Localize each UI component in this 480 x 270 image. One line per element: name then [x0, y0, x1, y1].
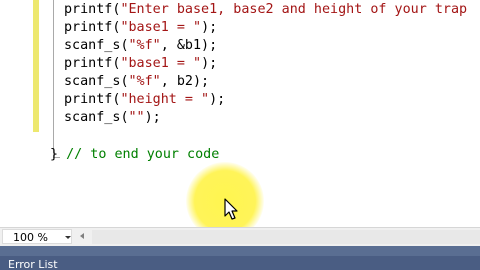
code-line-closing[interactable]: } // to end your code [50, 146, 219, 164]
panel-splitter[interactable] [0, 246, 480, 256]
punctuation: ); [144, 110, 161, 125]
punctuation: ); [201, 20, 218, 35]
change-tracking-margin [33, 0, 39, 132]
punctuation: , b2); [160, 74, 210, 89]
code-line[interactable]: printf("height = "); [64, 91, 225, 109]
string-literal: "Enter base1, base2 and height of your t… [120, 2, 468, 17]
function-name: printf [64, 56, 113, 71]
punctuation: ( [120, 38, 129, 53]
string-literal: "%f" [128, 38, 161, 53]
function-name: scanf_s [64, 74, 121, 89]
error-list-panel: Error List [0, 256, 480, 270]
punctuation: ); [201, 56, 218, 71]
function-name: printf [64, 2, 113, 17]
line-gutter [0, 0, 33, 227]
chevron-down-icon[interactable] [65, 236, 71, 239]
punctuation: ( [120, 110, 129, 125]
code-text-area[interactable]: printf ( "Enter base1, base2 and height of… [64, 0, 480, 227]
editor-status-bar: 100 % [0, 227, 480, 246]
closing-brace: } [50, 147, 59, 162]
punctuation: ( [120, 74, 129, 89]
code-line[interactable]: scanf_s("%f", &b1); [64, 37, 217, 55]
string-literal: "base1 = " [120, 56, 202, 71]
outlining-guide [53, 0, 54, 158]
zoom-dropdown[interactable]: 100 % [2, 229, 72, 244]
scroll-left-icon[interactable] [80, 233, 84, 239]
code-line[interactable]: printf("base1 = "); [64, 19, 217, 37]
string-literal: "" [128, 110, 145, 125]
string-literal: "height = " [120, 92, 210, 107]
horizontal-scrollbar[interactable] [92, 230, 480, 244]
function-name: scanf_s [64, 110, 121, 125]
punctuation: , &b1); [160, 38, 218, 53]
string-literal: "base1 = " [120, 20, 202, 35]
function-name: printf [64, 20, 113, 35]
function-name: printf [64, 92, 113, 107]
zoom-level: 100 % [13, 231, 48, 244]
code-line[interactable]: printf("base1 = "); [64, 55, 217, 73]
mouse-pointer-icon [224, 198, 238, 220]
code-line[interactable]: printf("Enter base1, base2 and height of… [64, 1, 467, 19]
tab-error-list[interactable]: Error List [8, 259, 58, 270]
function-name: scanf_s [64, 38, 121, 53]
code-comment: // to end your code [58, 147, 220, 162]
code-editor-window: printf ( "Enter base1, base2 and height of… [0, 0, 480, 270]
punctuation: ); [209, 92, 226, 107]
code-line[interactable]: scanf_s("%f", b2); [64, 73, 209, 91]
code-line[interactable]: scanf_s(""); [64, 109, 161, 127]
string-literal: "%f" [128, 74, 161, 89]
